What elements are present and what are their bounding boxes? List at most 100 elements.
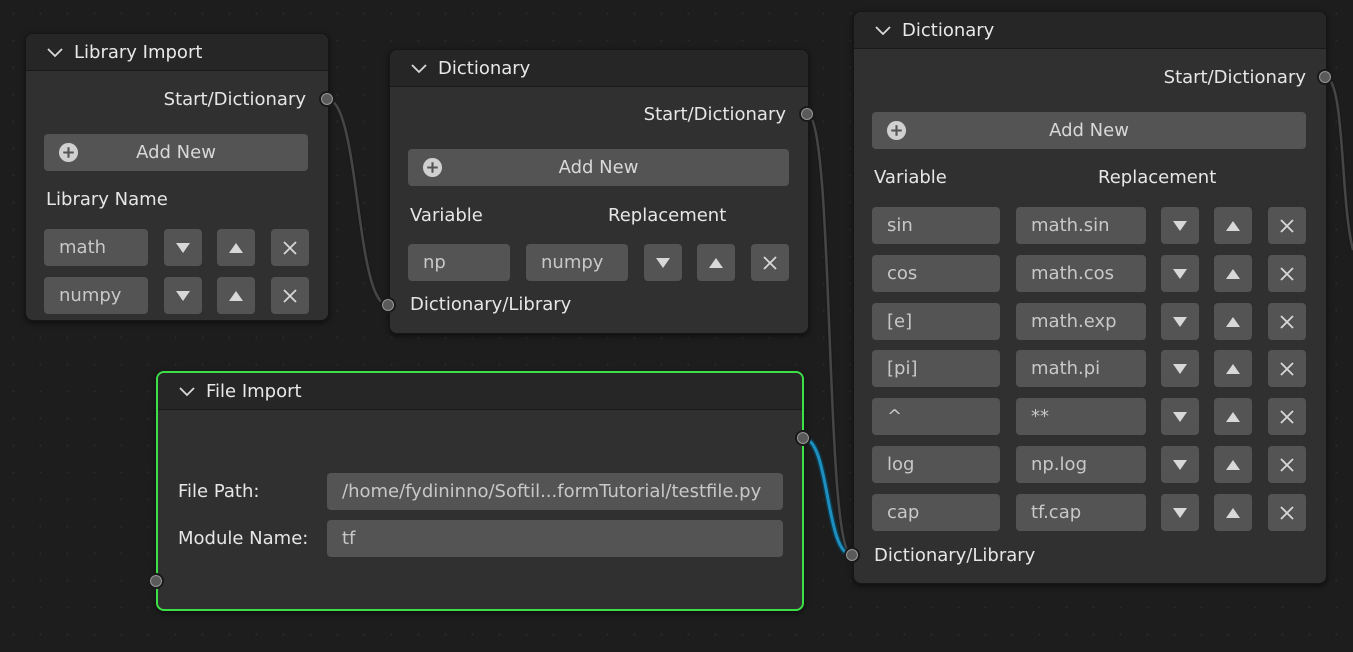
move-up-button[interactable] [217,229,255,266]
remove-button[interactable] [1268,494,1306,531]
move-down-button[interactable] [1161,446,1199,483]
plus-circle-icon [886,120,907,141]
close-icon [283,240,297,255]
move-up-button[interactable] [1214,350,1252,387]
move-up-button[interactable] [1214,255,1252,292]
link-dictlarge-out [1323,74,1353,251]
move-down-button[interactable] [164,229,202,266]
move-down-button[interactable] [644,244,682,281]
dictionary-node[interactable]: Dictionary Start/Dictionary Add New Vari… [853,11,1327,584]
move-down-button[interactable] [1161,398,1199,435]
variable-field[interactable]: cap [872,494,1000,531]
variable-field[interactable]: sin [872,207,1000,244]
replacement-column-label: Replacement [608,205,727,226]
triangle-up-icon [229,242,243,253]
triangle-up-icon [1226,507,1240,518]
replacement-field[interactable]: np.log [1016,446,1146,483]
node-title: File Import [206,380,302,402]
input-socket[interactable] [380,297,396,313]
output-label: Start/Dictionary [163,89,306,110]
move-up-button[interactable] [1214,207,1252,244]
triangle-up-icon [1226,268,1240,279]
move-down-button[interactable] [1161,494,1199,531]
move-down-button[interactable] [1161,350,1199,387]
move-down-button[interactable] [164,277,202,314]
move-up-button[interactable] [1214,446,1252,483]
triangle-down-icon [1173,363,1187,374]
triangle-down-icon [656,257,670,268]
replacement-field[interactable]: math.sin [1016,207,1146,244]
library-name-field[interactable]: math [44,229,148,266]
remove-button[interactable] [1268,207,1306,244]
triangle-up-icon [229,290,243,301]
link-lib-to-dict [326,96,389,308]
replacement-field[interactable]: math.pi [1016,350,1146,387]
variable-column-label: Variable [410,205,483,226]
add-new-button[interactable]: Add New [408,149,789,186]
chevron-down-icon[interactable] [874,21,892,39]
replacement-field[interactable]: ** [1016,398,1146,435]
output-socket[interactable] [799,106,815,122]
dictionary-node[interactable]: Dictionary Start/Dictionary Add New Vari… [389,49,809,334]
move-up-button[interactable] [1214,303,1252,340]
close-icon [1280,409,1294,424]
replacement-field[interactable]: math.exp [1016,303,1146,340]
move-down-button[interactable] [1161,303,1199,340]
file-path-field[interactable]: /home/fydininno/Softil...formTutorial/te… [327,473,783,510]
variable-field[interactable]: [e] [872,303,1000,340]
node-header[interactable]: Dictionary [854,12,1326,49]
remove-button[interactable] [751,244,789,281]
output-socket[interactable] [795,430,811,446]
remove-button[interactable] [1268,255,1306,292]
module-name-field[interactable]: tf [327,520,783,557]
move-up-button[interactable] [217,277,255,314]
variable-field[interactable]: ^ [872,398,1000,435]
link-file-to-dictlarge [802,435,853,558]
replacement-field[interactable]: math.cos [1016,255,1146,292]
output-label: Start/Dictionary [643,104,786,125]
move-down-button[interactable] [1161,255,1199,292]
close-icon [1280,361,1294,376]
chevron-down-icon[interactable] [46,43,64,61]
add-new-button[interactable]: Add New [872,112,1306,149]
variable-field[interactable]: [pi] [872,350,1000,387]
node-header[interactable]: Library Import [26,34,328,71]
replacement-field[interactable]: numpy [526,244,628,281]
close-icon [1280,314,1294,329]
move-down-button[interactable] [1161,207,1199,244]
remove-button[interactable] [1268,303,1306,340]
file-import-node[interactable]: File Import File Path: /home/fydininno/S… [156,371,804,611]
move-up-button[interactable] [1214,398,1252,435]
remove-button[interactable] [1268,446,1306,483]
triangle-down-icon [1173,316,1187,327]
replacement-field[interactable]: tf.cap [1016,494,1146,531]
triangle-down-icon [1173,507,1187,518]
move-up-button[interactable] [1214,494,1252,531]
add-new-label: Add New [558,157,639,178]
triangle-up-icon [1226,220,1240,231]
variable-field[interactable]: log [872,446,1000,483]
remove-button[interactable] [271,229,309,266]
node-header[interactable]: File Import [158,373,802,410]
add-new-button[interactable]: Add New [44,134,308,171]
add-new-label: Add New [1049,120,1129,141]
move-up-button[interactable] [697,244,735,281]
input-socket[interactable] [148,573,164,589]
input-socket[interactable] [844,547,860,563]
remove-button[interactable] [271,277,309,314]
chevron-down-icon[interactable] [178,382,196,400]
replacement-column-label: Replacement [1098,167,1217,188]
node-header[interactable]: Dictionary [390,50,808,87]
library-import-node[interactable]: Library Import Start/Dictionary Add New … [25,33,329,321]
library-name-field[interactable]: numpy [44,277,148,314]
variable-field[interactable]: np [408,244,510,281]
variable-field[interactable]: cos [872,255,1000,292]
chevron-down-icon[interactable] [410,59,428,77]
plus-circle-icon [422,157,443,178]
remove-button[interactable] [1268,398,1306,435]
triangle-up-icon [1226,411,1240,422]
close-icon [1280,505,1294,520]
output-socket[interactable] [319,91,335,107]
remove-button[interactable] [1268,350,1306,387]
output-socket[interactable] [1317,69,1333,85]
